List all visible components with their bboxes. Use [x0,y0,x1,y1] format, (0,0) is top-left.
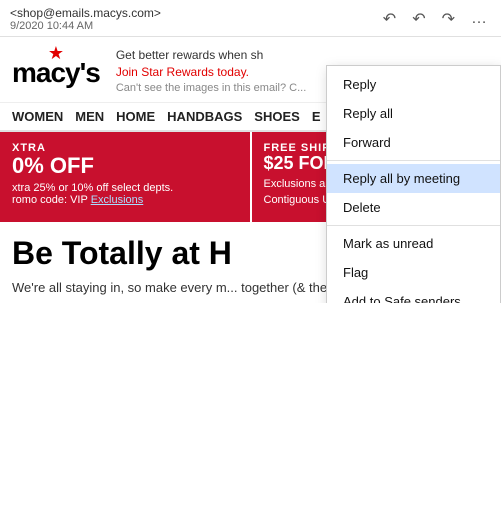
toolbar-icons: ↶ ↶ ↷ … [379,7,491,31]
menu-forward[interactable]: Forward [327,128,500,157]
menu-flag[interactable]: Flag [327,258,500,287]
promo-left-code: romo code: VIP Exclusions [12,194,238,206]
sender-address: <shop@emails.macys.com> [10,6,161,20]
email-meta: <shop@emails.macys.com> 9/2020 10:44 AM [10,6,161,32]
nav-shoes[interactable]: SHOES [254,109,300,124]
exclusions-link[interactable]: Exclusions [91,194,144,206]
nav-men[interactable]: MEN [75,109,104,124]
nav-women[interactable]: WOMEN [12,109,63,124]
promo-left-big: 0% OFF [12,154,238,178]
context-menu: ReplyReply allForward Reply all by meetin… [326,65,501,303]
join-link[interactable]: Join Star Rewards today. [116,65,249,79]
menu-separator [327,225,500,226]
reply-all-icon[interactable]: ↶ [408,7,429,31]
cant-see-text: Can't see the images in this email? C... [116,81,306,96]
banner-text: Get better rewards when sh Join Star Rew… [116,47,306,96]
email-header: <shop@emails.macys.com> 9/2020 10:44 AM … [0,0,501,37]
macys-logo-text: macy's [12,57,100,89]
email-datetime: 9/2020 10:44 AM [10,20,161,32]
menu-mark-unread[interactable]: Mark as unread [327,229,500,258]
reply-icon[interactable]: ↶ [379,7,400,31]
menu-separator [327,160,500,161]
macys-logo: ★ macy's [12,47,100,89]
email-body: ★ macy's Get better rewards when sh Join… [0,37,501,303]
menu-reply-all[interactable]: Reply all [327,99,500,128]
promo-left-small: xtra 25% or 10% off select depts. [12,182,238,194]
forward-icon[interactable]: ↷ [438,7,459,31]
menu-delete[interactable]: Delete [327,193,500,222]
nav-handbags[interactable]: HANDBAGS [167,109,242,124]
promo-left: XTRA 0% OFF xtra 25% or 10% off select d… [0,132,250,222]
more-icon[interactable]: … [467,8,491,30]
banner-tagline: Get better rewards when sh [116,47,306,64]
nav-more[interactable]: E [312,109,321,124]
menu-reply-all-meeting[interactable]: Reply all by meeting [327,164,500,193]
menu-safe-senders[interactable]: Add to Safe senders [327,287,500,303]
menu-reply[interactable]: Reply [327,70,500,99]
nav-home[interactable]: HOME [116,109,155,124]
